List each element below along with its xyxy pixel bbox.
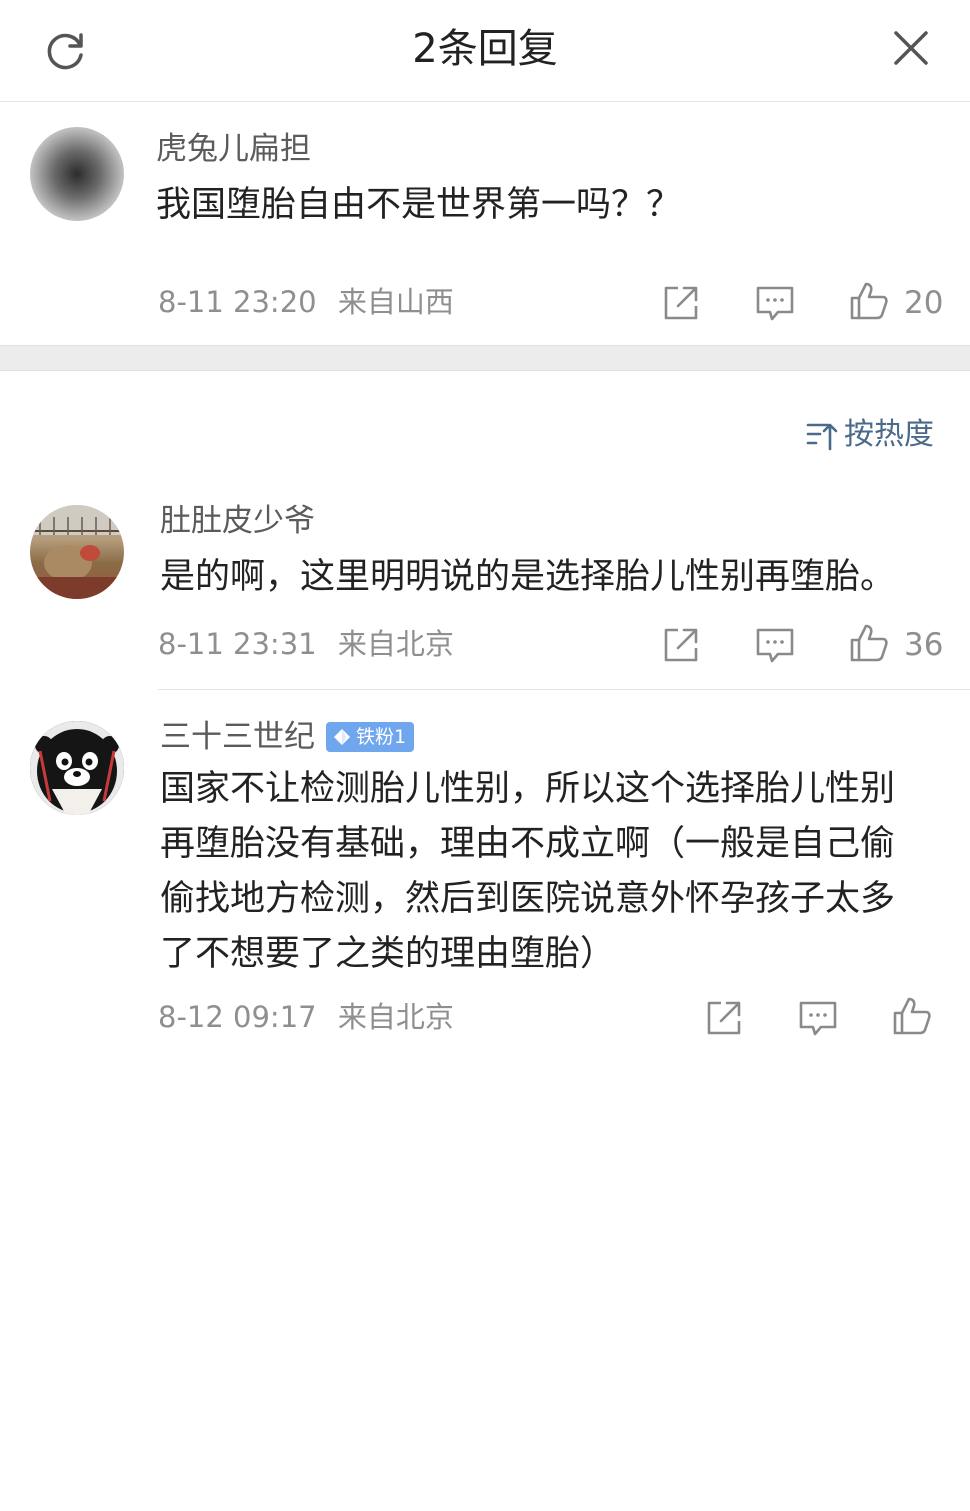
avatar[interactable] bbox=[30, 721, 124, 815]
reply-author[interactable]: 肚肚皮少爷 bbox=[160, 501, 315, 541]
reply-meta: 8-11 23:31 来自北京 bbox=[158, 624, 454, 664]
page-title: 2条回复 bbox=[412, 26, 558, 72]
sort-icon bbox=[806, 423, 838, 451]
comment-icon[interactable] bbox=[754, 282, 796, 324]
reply-author[interactable]: 三十三世纪 bbox=[160, 717, 315, 757]
reply-meta: 8-12 09:17 来自北京 bbox=[158, 997, 454, 1037]
sort-label: 按热度 bbox=[844, 417, 934, 452]
reply-location: 来自北京 bbox=[337, 627, 454, 661]
fan-badge-label: 铁粉1 bbox=[356, 726, 407, 748]
comment-meta: 8-11 23:20 来自山西 bbox=[158, 282, 454, 322]
like-icon[interactable] bbox=[848, 280, 890, 322]
reply-text-line: 国家不让检测胎儿性别，所以这个选择胎儿性别 bbox=[160, 769, 896, 809]
comment-icon[interactable] bbox=[754, 624, 796, 666]
comment-time: 8-11 23:20 bbox=[158, 285, 317, 319]
sort-toggle[interactable]: 按热度 bbox=[806, 414, 934, 456]
section-divider bbox=[0, 345, 970, 371]
reply-text-line: 是的啊，这里明明说的是选择胎儿性别再堕胎。 bbox=[160, 557, 896, 597]
avatar-image bbox=[30, 505, 124, 599]
reply-location: 来自北京 bbox=[337, 1000, 454, 1034]
comment-author[interactable]: 虎兔儿扁担 bbox=[156, 129, 311, 169]
share-icon[interactable] bbox=[660, 282, 702, 324]
like-icon[interactable] bbox=[848, 622, 890, 664]
like-count: 20 bbox=[904, 285, 944, 321]
reply-header: 2条回复 bbox=[0, 0, 970, 102]
avatar-image bbox=[30, 721, 124, 815]
reply-text-line: 偷找地方检测，然后到医院说意外怀孕孩子太多 bbox=[160, 879, 896, 919]
share-icon[interactable] bbox=[703, 997, 745, 1039]
reply-time: 8-11 23:31 bbox=[158, 627, 317, 661]
fan-badge: 铁粉1 bbox=[326, 722, 415, 752]
reply-text-line: 再堕胎没有基础，理由不成立啊（一般是自己偷 bbox=[160, 824, 896, 864]
reply-text-line: 了不想要了之类的理由堕胎） bbox=[160, 934, 616, 974]
comment-text: 我国堕胎自由不是世界第一吗？？ bbox=[156, 185, 682, 225]
reply-time: 8-12 09:17 bbox=[158, 1000, 317, 1034]
like-count: 36 bbox=[904, 627, 944, 663]
comment-location: 来自山西 bbox=[337, 285, 454, 319]
avatar[interactable] bbox=[30, 127, 124, 221]
like-icon[interactable] bbox=[891, 995, 933, 1037]
reply-divider bbox=[158, 689, 970, 690]
share-icon[interactable] bbox=[660, 624, 702, 666]
avatar[interactable] bbox=[30, 505, 124, 599]
close-icon[interactable] bbox=[890, 27, 932, 69]
comment-icon[interactable] bbox=[797, 997, 839, 1039]
diamond-icon bbox=[334, 729, 350, 745]
